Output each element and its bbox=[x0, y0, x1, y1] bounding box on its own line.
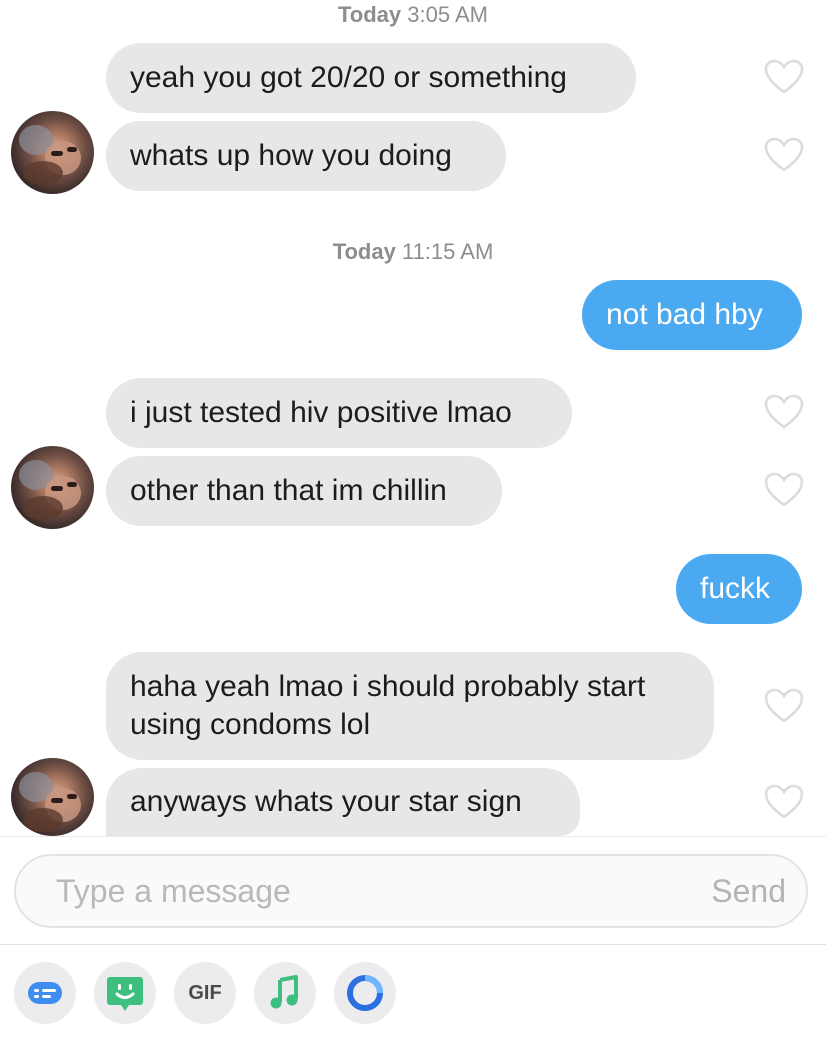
message-text: yeah you got 20/20 or something bbox=[130, 61, 567, 94]
avatar[interactable] bbox=[11, 758, 94, 836]
message-text: not bad hby bbox=[606, 298, 763, 331]
music-note-icon bbox=[270, 975, 298, 1009]
bitmoji-icon bbox=[107, 977, 143, 1011]
loop-button[interactable] bbox=[334, 962, 396, 1024]
divider bbox=[0, 836, 826, 837]
timestamp-time: 11:15 AM bbox=[401, 239, 494, 264]
incoming-message[interactable]: other than that im chillin bbox=[106, 456, 502, 526]
gif-icon: GIF bbox=[188, 982, 222, 1004]
incoming-message[interactable]: anyways whats your star sign bbox=[106, 768, 580, 836]
outgoing-message[interactable]: not bad hby bbox=[582, 280, 802, 350]
message-text: anyways whats your star sign bbox=[130, 785, 522, 818]
timestamp: Today 11:15 AM bbox=[0, 239, 826, 265]
like-heart-icon[interactable] bbox=[764, 688, 804, 724]
avatar[interactable] bbox=[11, 446, 94, 529]
message-text: other than that im chillin bbox=[130, 474, 447, 507]
sticker-chat-icon bbox=[28, 982, 62, 1004]
music-button[interactable] bbox=[254, 962, 316, 1024]
incoming-message[interactable]: yeah you got 20/20 or something bbox=[106, 43, 636, 113]
like-heart-icon[interactable] bbox=[764, 137, 804, 173]
divider bbox=[0, 944, 826, 945]
circle-loop-icon bbox=[347, 975, 383, 1011]
message-input-placeholder: Type a message bbox=[56, 873, 291, 909]
message-text: haha yeah lmao i should probably start u… bbox=[130, 670, 646, 741]
incoming-message[interactable]: whats up how you doing bbox=[106, 121, 506, 191]
like-heart-icon[interactable] bbox=[764, 784, 804, 820]
like-heart-icon[interactable] bbox=[764, 59, 804, 95]
sticker-chat-button[interactable] bbox=[14, 962, 76, 1024]
incoming-message[interactable]: i just tested hiv positive lmao bbox=[106, 378, 572, 448]
message-text: fuckk bbox=[700, 572, 771, 605]
outgoing-message[interactable]: fuckk bbox=[676, 554, 802, 624]
timestamp-day: Today bbox=[338, 2, 402, 27]
avatar[interactable] bbox=[11, 111, 94, 194]
timestamp: Today 3:05 AM bbox=[0, 2, 826, 28]
message-text: whats up how you doing bbox=[130, 139, 452, 172]
incoming-message[interactable]: haha yeah lmao i should probably start u… bbox=[106, 652, 714, 760]
timestamp-day: Today bbox=[332, 239, 396, 264]
message-input[interactable]: Type a message Send bbox=[14, 854, 808, 928]
send-button[interactable]: Send bbox=[711, 873, 786, 910]
like-heart-icon[interactable] bbox=[764, 472, 804, 508]
like-heart-icon[interactable] bbox=[764, 394, 804, 430]
gif-button[interactable]: GIF bbox=[174, 962, 236, 1024]
message-text: i just tested hiv positive lmao bbox=[130, 396, 512, 429]
timestamp-time: 3:05 AM bbox=[407, 2, 488, 27]
bitmoji-button[interactable] bbox=[94, 962, 156, 1024]
